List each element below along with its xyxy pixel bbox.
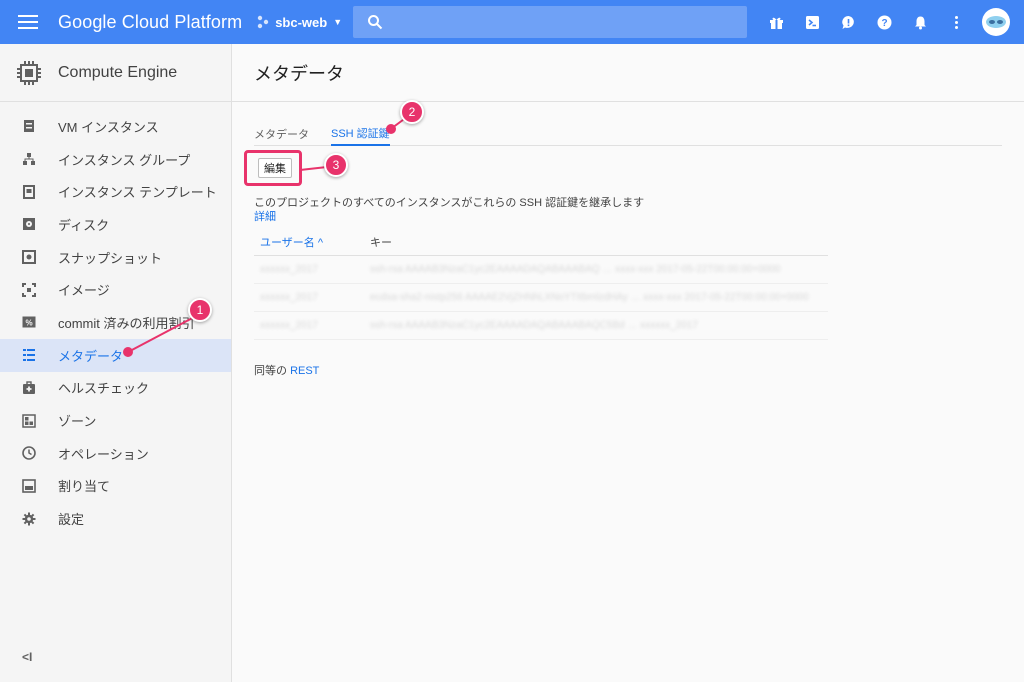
feedback-icon[interactable] (830, 0, 866, 44)
project-selector[interactable]: sbc-web ▼ (256, 15, 342, 30)
sidebar-item-instance-templates[interactable]: インスタンス テンプレート (0, 175, 231, 208)
chevron-down-icon: ▼ (333, 17, 343, 27)
search-icon (368, 15, 383, 30)
vm-icon (22, 119, 36, 133)
percent-icon: % (22, 315, 36, 329)
main-content: メタデータ メタデータ SSH 認証鍵 編集 このプロジェクトのすべてのインスタ… (232, 44, 1024, 682)
metadata-icon (22, 348, 36, 362)
project-dots-icon (258, 15, 269, 29)
sidebar-item-zones[interactable]: ゾーン (0, 404, 231, 437)
sidebar-item-label: 設定 (58, 512, 85, 528)
sidebar-item-metadata[interactable]: メタデータ (0, 338, 231, 372)
sidebar: Compute Engine VM インスタンス インスタンス グループ インス… (0, 44, 232, 682)
table-header: ユーザー名 ^ キー (254, 228, 828, 256)
snapshot-icon (22, 250, 36, 265)
avatar[interactable] (982, 8, 1010, 36)
search-input[interactable] (393, 14, 747, 30)
sidebar-item-label: ゾーン (58, 414, 97, 430)
sidebar-item-quotas[interactable]: 割り当て (0, 470, 231, 503)
sidebar-item-label: ヘルスチェック (58, 381, 150, 397)
sidebar-item-label: インスタンス テンプレート (58, 185, 217, 201)
learn-more-link[interactable]: 詳細 (254, 208, 276, 224)
sidebar-item-snapshots[interactable]: スナップショット (0, 241, 231, 274)
product-title: Compute Engine (58, 63, 178, 81)
sidebar-item-label: commit 済みの利用割引 (58, 315, 195, 331)
gear-icon (22, 512, 36, 526)
key-cell: ecdsa-sha2-nistp256 AAAAE2VjZHNhLXNoYTIt… (370, 292, 809, 303)
page-title: メタデータ (254, 63, 344, 84)
ssh-keys-table: ユーザー名 ^ キー xxxxxx_2017 ssh-rsa AAAAB3Nza… (254, 228, 828, 340)
sidebar-item-label: インスタンス グループ (58, 152, 191, 168)
key-cell: ssh-rsa AAAAB3NzaC1yc2EAAAADAQABAAABAQC5… (370, 320, 698, 331)
project-name: sbc-web (275, 14, 328, 30)
sidebar-item-label: スナップショット (58, 250, 163, 266)
username-cell: xxxxxx_2017 (260, 292, 318, 303)
tab-metadata[interactable]: メタデータ (254, 122, 309, 146)
sidebar-item-label: オペレーション (58, 446, 149, 462)
table-row[interactable]: xxxxxx_2017 ssh-rsa AAAAB3NzaC1yc2EAAAAD… (254, 256, 828, 284)
collapse-sidebar-button[interactable]: <I (22, 650, 32, 664)
clock-icon (22, 446, 36, 461)
table-row[interactable]: xxxxxx_2017 ssh-rsa AAAAB3NzaC1yc2EAAAAD… (254, 312, 828, 340)
column-key: キー (370, 236, 392, 249)
gift-icon[interactable] (758, 0, 794, 44)
column-username[interactable]: ユーザー名 ^ (254, 234, 370, 250)
annotation-badge-2: 2 (400, 100, 424, 124)
top-app-bar: Google Cloud Platform sbc-web ▼ ? (0, 0, 1024, 44)
brand-title[interactable]: Google Cloud Platform (58, 12, 242, 33)
template-icon (22, 184, 36, 199)
key-cell: ssh-rsa AAAAB3NzaC1yc2EAAAADAQABAAABAQ …… (370, 264, 781, 275)
zone-icon (22, 413, 36, 428)
group-icon (22, 152, 36, 166)
equivalent-rest: 同等の REST (254, 362, 319, 378)
table-row[interactable]: xxxxxx_2017 ecdsa-sha2-nistp256 AAAAE2Vj… (254, 284, 828, 312)
sidebar-item-health-checks[interactable]: ヘルスチェック (0, 372, 231, 405)
sidebar-item-operations[interactable]: オペレーション (0, 437, 231, 470)
sidebar-item-settings[interactable]: 設定 (0, 502, 231, 535)
edit-button[interactable]: 編集 (258, 158, 292, 178)
sidebar-item-vm-instances[interactable]: VM インスタンス (0, 110, 231, 143)
quota-icon (22, 479, 36, 493)
svg-text:%: % (25, 319, 32, 328)
username-cell: xxxxxx_2017 (260, 320, 318, 331)
sidebar-item-disks[interactable]: ディスク (0, 208, 231, 241)
annotation-badge-3: 3 (324, 153, 348, 177)
sidebar-item-label: 割り当て (58, 479, 111, 495)
username-cell: xxxxxx_2017 (260, 264, 318, 275)
rest-prefix: 同等の (254, 365, 287, 377)
disk-icon (22, 217, 36, 231)
help-icon[interactable]: ? (866, 0, 902, 44)
rest-link[interactable]: REST (290, 365, 319, 377)
description-text: このプロジェクトのすべてのインスタンスがこれらの SSH 認証鍵を継承します (254, 197, 645, 209)
top-icons: ? (758, 0, 1010, 44)
product-header: Compute Engine (0, 44, 231, 102)
sidebar-item-label: VM インスタンス (58, 119, 159, 135)
menu-icon[interactable] (0, 0, 56, 44)
search-bar[interactable] (353, 6, 747, 38)
sidebar-item-label: メタデータ (58, 348, 124, 364)
tab-bar: メタデータ SSH 認証鍵 (254, 122, 1002, 146)
sidebar-item-instance-groups[interactable]: インスタンス グループ (0, 143, 231, 176)
page-header: メタデータ (232, 44, 1024, 102)
compute-engine-chip-icon (17, 60, 41, 85)
image-icon (22, 282, 36, 297)
health-icon (22, 381, 36, 395)
cloud-shell-icon[interactable] (794, 0, 830, 44)
notifications-icon[interactable] (902, 0, 938, 44)
more-vert-icon[interactable] (938, 0, 974, 44)
sidebar-item-label: イメージ (58, 283, 110, 299)
tab-ssh-keys[interactable]: SSH 認証鍵 (331, 122, 390, 146)
annotation-badge-1: 1 (188, 298, 212, 322)
svg-text:?: ? (881, 18, 887, 29)
sidebar-item-label: ディスク (58, 217, 110, 233)
